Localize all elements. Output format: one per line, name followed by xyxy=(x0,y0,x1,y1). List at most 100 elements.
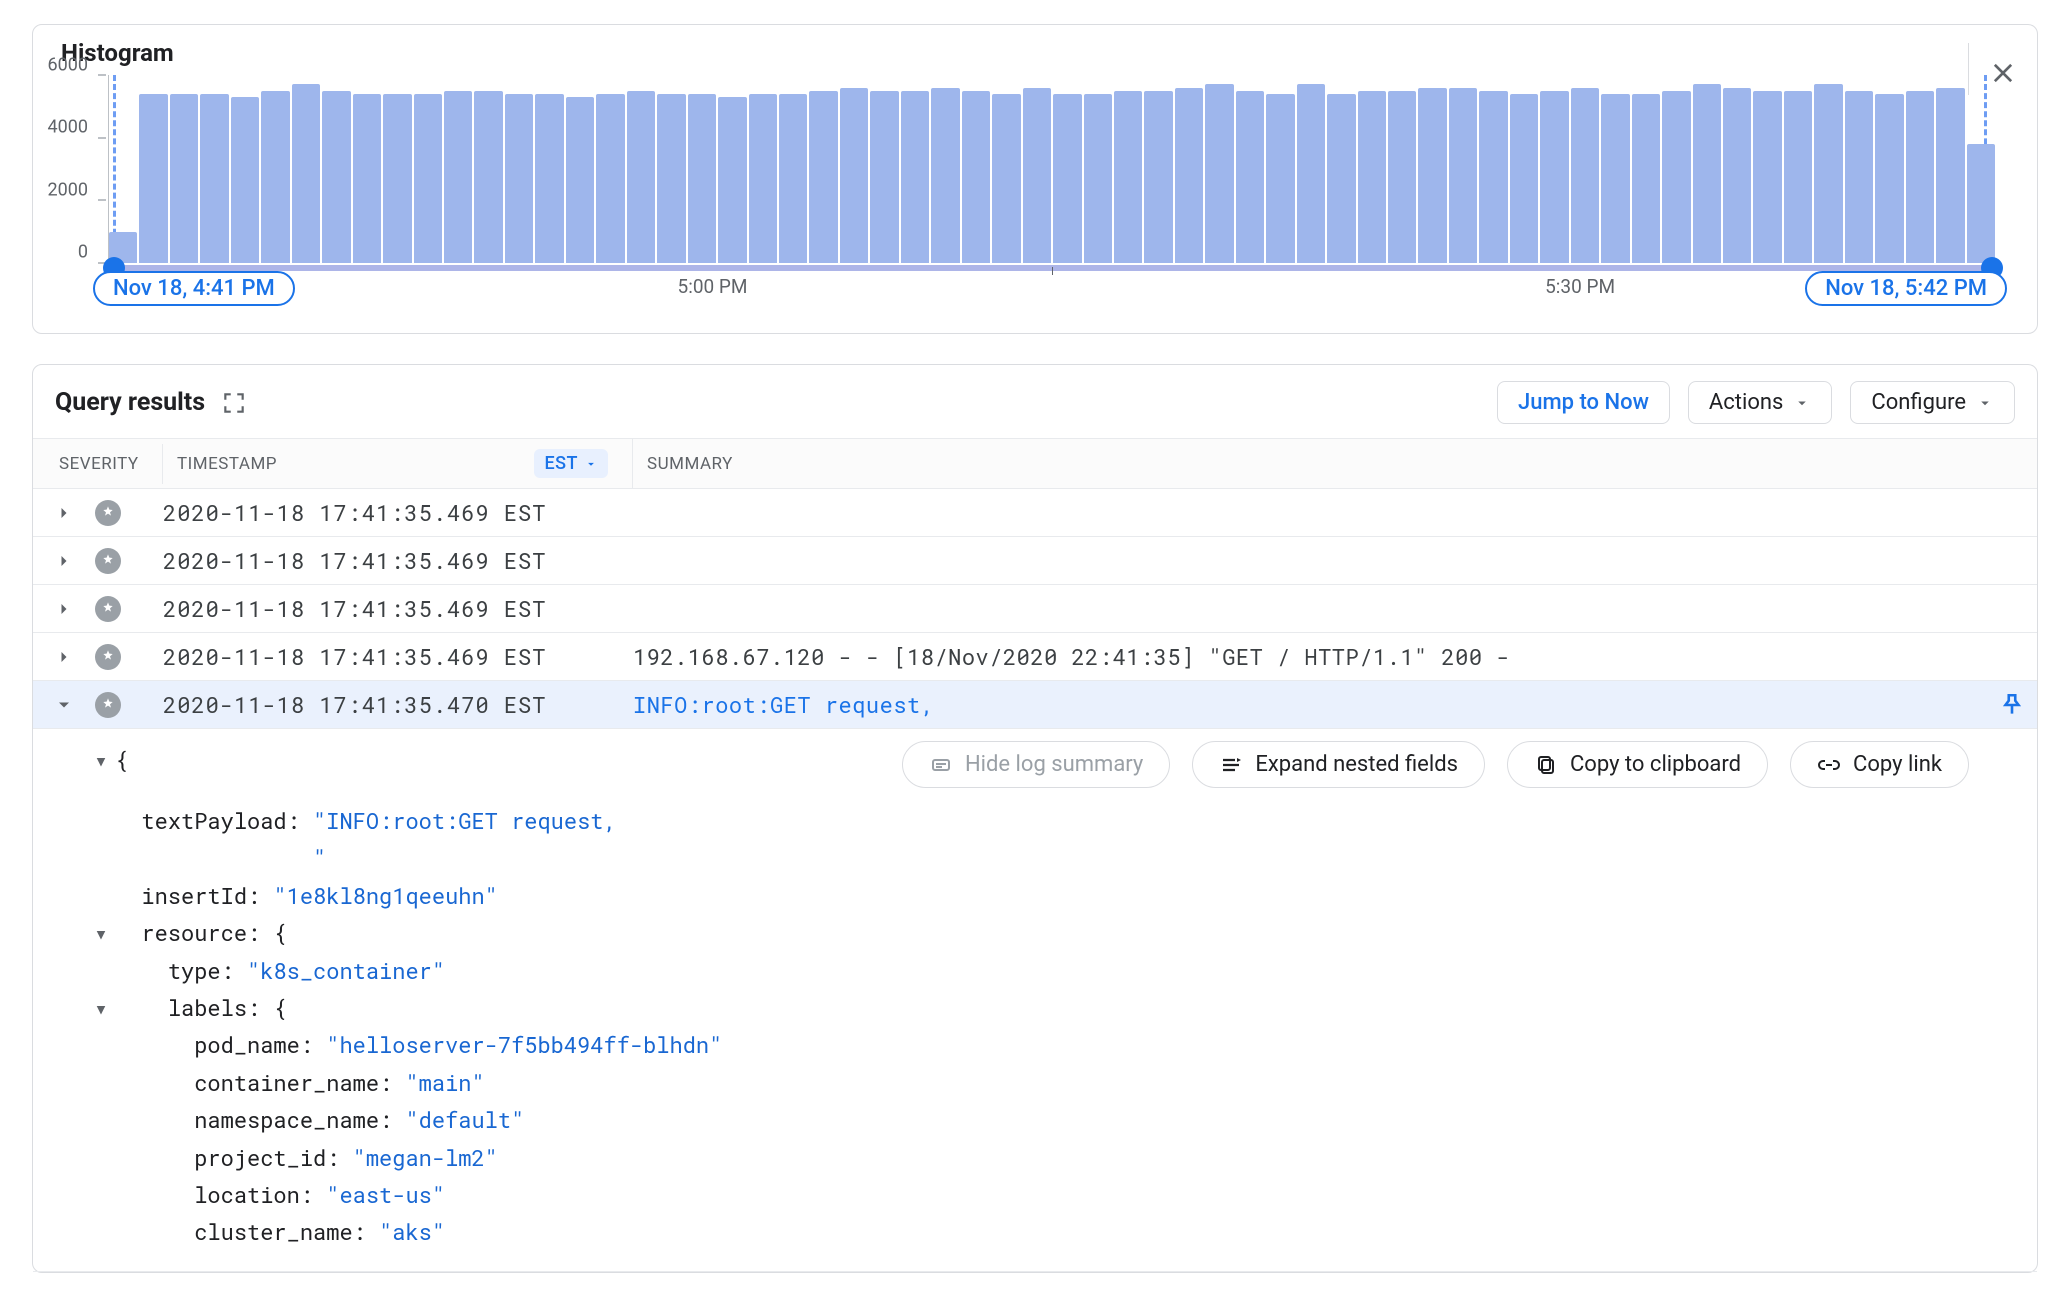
histogram-bar[interactable] xyxy=(1479,91,1507,263)
json-key[interactable]: resource: xyxy=(141,914,260,951)
json-key[interactable]: namespace_name: xyxy=(194,1101,392,1138)
histogram-bar[interactable] xyxy=(1814,84,1842,263)
histogram-bar[interactable] xyxy=(901,91,929,263)
histogram-bar[interactable] xyxy=(383,94,411,263)
histogram-bar[interactable] xyxy=(1358,91,1386,263)
histogram-bar[interactable] xyxy=(718,97,746,263)
pin-button[interactable] xyxy=(1999,692,2025,718)
timezone-selector[interactable]: EST xyxy=(534,449,608,478)
json-key[interactable]: labels: xyxy=(168,989,260,1026)
caret-collapse-icon[interactable]: ▾ xyxy=(87,914,115,951)
histogram-bar[interactable] xyxy=(444,91,472,263)
histogram-bar[interactable] xyxy=(992,94,1020,263)
histogram-bar[interactable] xyxy=(1236,91,1264,263)
histogram-bar[interactable] xyxy=(353,94,381,263)
histogram-bar[interactable] xyxy=(566,97,594,263)
histogram-bar[interactable] xyxy=(292,84,320,263)
histogram-bar[interactable] xyxy=(870,91,898,263)
histogram-bar[interactable] xyxy=(1297,84,1325,263)
histogram-bar[interactable] xyxy=(1632,94,1660,263)
histogram-bar[interactable] xyxy=(1266,94,1294,263)
histogram-bar[interactable] xyxy=(1845,91,1873,263)
histogram-bar[interactable] xyxy=(627,91,655,263)
histogram-bar[interactable] xyxy=(1571,88,1599,263)
json-key[interactable]: textPayload: xyxy=(141,802,299,839)
json-key[interactable]: project_id: xyxy=(194,1139,339,1176)
json-key[interactable]: type: xyxy=(168,952,234,989)
histogram-bar[interactable] xyxy=(749,94,777,263)
histogram-bar[interactable] xyxy=(1418,88,1446,263)
histogram-bar[interactable] xyxy=(1084,94,1112,263)
histogram-bar[interactable] xyxy=(1205,84,1233,263)
row-expand-toggle[interactable] xyxy=(33,599,95,619)
json-key[interactable]: cluster_name: xyxy=(194,1213,366,1250)
histogram-bar[interactable] xyxy=(1875,94,1903,263)
severity-cell[interactable] xyxy=(95,596,163,622)
actions-menu[interactable]: Actions xyxy=(1688,381,1832,424)
histogram-bar[interactable] xyxy=(840,88,868,263)
histogram-bar[interactable] xyxy=(1967,144,1995,263)
histogram-plot[interactable] xyxy=(109,75,2009,263)
json-value[interactable]: "east-us" xyxy=(326,1176,445,1213)
json-key[interactable]: insertId: xyxy=(141,877,260,914)
row-expand-toggle[interactable] xyxy=(33,695,95,715)
histogram-bar[interactable] xyxy=(809,91,837,263)
json-value[interactable]: "default" xyxy=(405,1101,524,1138)
json-key[interactable]: container_name: xyxy=(194,1064,392,1101)
copy-to-clipboard-button[interactable]: Copy to clipboard xyxy=(1507,741,1768,788)
histogram-bar[interactable] xyxy=(231,97,259,263)
histogram-bar[interactable] xyxy=(657,94,685,263)
histogram-bar[interactable] xyxy=(139,94,167,263)
col-summary[interactable]: SUMMARY xyxy=(633,444,2037,484)
histogram-bar[interactable] xyxy=(1388,91,1416,263)
row-expand-toggle[interactable] xyxy=(33,647,95,667)
histogram-bar[interactable] xyxy=(1327,94,1355,263)
caret-collapse-icon[interactable]: ▾ xyxy=(87,741,115,778)
histogram-bar[interactable] xyxy=(322,91,350,263)
json-value[interactable]: "1e8kl8ng1qeeuhn" xyxy=(273,877,497,914)
histogram-bar[interactable] xyxy=(1723,88,1751,263)
histogram-bar[interactable] xyxy=(1540,91,1568,263)
configure-menu[interactable]: Configure xyxy=(1850,381,2015,424)
expand-nested-fields-button[interactable]: Expand nested fields xyxy=(1192,741,1485,788)
histogram-bar[interactable] xyxy=(931,88,959,263)
histogram-bar[interactable] xyxy=(474,91,502,263)
histogram-bar[interactable] xyxy=(1449,88,1477,263)
histogram-bar[interactable] xyxy=(1053,94,1081,263)
copy-link-button[interactable]: Copy link xyxy=(1790,741,1969,788)
histogram-bar[interactable] xyxy=(1510,94,1538,263)
severity-cell[interactable] xyxy=(95,692,163,718)
histogram-bar[interactable] xyxy=(1114,91,1142,263)
log-row[interactable]: 2020-11-18 17:41:35.469 EST192.168.67.12… xyxy=(33,633,2037,681)
json-key[interactable]: pod_name: xyxy=(194,1026,313,1063)
log-row[interactable]: 2020-11-18 17:41:35.470 ESTINFO:root:GET… xyxy=(33,681,2037,729)
histogram-bar[interactable] xyxy=(1662,91,1690,263)
severity-cell[interactable] xyxy=(95,548,163,574)
json-value[interactable]: "main" xyxy=(405,1064,484,1101)
histogram-bar[interactable] xyxy=(596,94,624,263)
histogram-bar[interactable] xyxy=(1906,91,1934,263)
histogram-bar[interactable] xyxy=(170,94,198,263)
hide-log-summary-button[interactable]: Hide log summary xyxy=(902,741,1170,788)
range-end-pill[interactable]: Nov 18, 5:42 PM xyxy=(1805,271,2007,306)
severity-cell[interactable] xyxy=(95,644,163,670)
range-start-pill[interactable]: Nov 18, 4:41 PM xyxy=(93,271,295,306)
log-row[interactable]: 2020-11-18 17:41:35.469 EST xyxy=(33,585,2037,633)
col-severity[interactable]: SEVERITY xyxy=(33,444,163,484)
histogram-bar[interactable] xyxy=(200,94,228,263)
histogram-bar[interactable] xyxy=(414,94,442,263)
json-value[interactable]: "aks" xyxy=(379,1213,445,1250)
json-value[interactable]: "INFO:root:GET request, xyxy=(313,802,617,839)
histogram-bar[interactable] xyxy=(1023,88,1051,263)
histogram-bar[interactable] xyxy=(1693,84,1721,263)
jump-to-now-button[interactable]: Jump to Now xyxy=(1497,381,1670,424)
histogram-bar[interactable] xyxy=(779,94,807,263)
json-value[interactable]: "k8s_container" xyxy=(247,952,445,989)
histogram-bar[interactable] xyxy=(535,94,563,263)
histogram-bar[interactable] xyxy=(1175,88,1203,263)
histogram-bar[interactable] xyxy=(505,94,533,263)
histogram-bar[interactable] xyxy=(1936,88,1964,263)
col-timestamp[interactable]: TIMESTAMP EST xyxy=(163,439,633,488)
severity-cell[interactable] xyxy=(95,500,163,526)
json-key[interactable]: location: xyxy=(194,1176,313,1213)
